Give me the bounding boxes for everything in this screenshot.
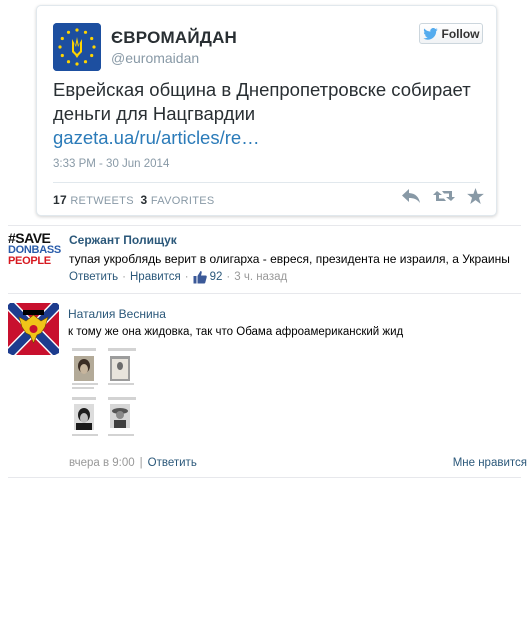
tweet-actions [401,188,484,204]
likes-count[interactable]: 92 [210,271,223,283]
like-meta: Мне нравится [453,457,527,469]
novorossiya-flag-eagle-icon [8,303,59,355]
favorites-label[interactable]: FAVORITES [151,195,215,207]
comment-time: 3 ч. назад [234,271,288,283]
follow-label: Follow [441,26,480,41]
reply-icon[interactable] [401,188,421,204]
comment-time: вчера в 9:00 [69,457,135,469]
favorites-count[interactable]: 3 [141,193,148,207]
comment-text: к тому же она жидовка, так что Обама афр… [68,326,404,338]
tweet-text: Еврейская община в Днепропетровске собир… [53,79,471,124]
tweet-stats: 17 RETWEETS 3 FAVORITES [53,193,215,207]
favorite-icon[interactable] [467,188,484,204]
comments-divider-bottom [8,477,521,478]
tweet-link[interactable]: gazeta.ua/ru/articles/re… [53,126,483,150]
comment-author[interactable]: Сержант Полищук [69,233,177,247]
comment-meta: вчера в 9:00 | Ответить [69,457,197,469]
comments-divider-top [8,225,521,226]
follow-button[interactable]: Follow [419,23,483,44]
avatar-text-line1: #SAVE [8,230,51,246]
tweet-text-block: Еврейская община в Днепропетровске собир… [53,78,483,150]
commenter-avatar-save-donbass[interactable]: #SAVE DONBASS PEOPLE [8,230,61,283]
tweet-timestamp[interactable]: 3:33 PM - 30 Jun 2014 [53,158,169,170]
retweets-label[interactable]: RETWEETS [70,195,134,207]
tweet-display-name[interactable]: ЄВРОМАЙДАН [111,28,237,48]
retweet-icon[interactable] [433,188,455,204]
like-link[interactable]: Мне нравится [453,457,527,469]
commenter-avatar-flag-emblem[interactable] [8,303,59,355]
like-link[interactable]: Нравится [130,271,181,283]
reply-link[interactable]: Ответить [69,271,118,283]
euromaidan-avatar[interactable] [53,23,101,71]
tweet-handle[interactable]: @euromaidan [111,50,199,66]
comments-divider [8,293,521,294]
attached-photo-collage-image [70,347,140,447]
comment-author[interactable]: Наталия Веснина [68,307,166,321]
retweets-count[interactable]: 17 [53,193,67,207]
avatar-text-line3: PEOPLE [8,255,51,267]
embedded-tweet: ЄВРОМАЙДАН @euromaidan Follow Еврейская … [36,5,497,216]
reply-link[interactable]: Ответить [148,457,197,469]
tweet-divider [53,182,480,183]
thumbs-up-icon[interactable] [193,270,207,284]
comment-text: тупая укроблядь верит в олигарха - еврес… [69,252,510,266]
comment-meta: Ответить · Нравится · 92 · 3 ч. назад [69,270,288,284]
eu-stars-trident-icon [53,23,101,71]
twitter-bird-icon [422,27,438,40]
attached-image[interactable] [70,347,140,447]
